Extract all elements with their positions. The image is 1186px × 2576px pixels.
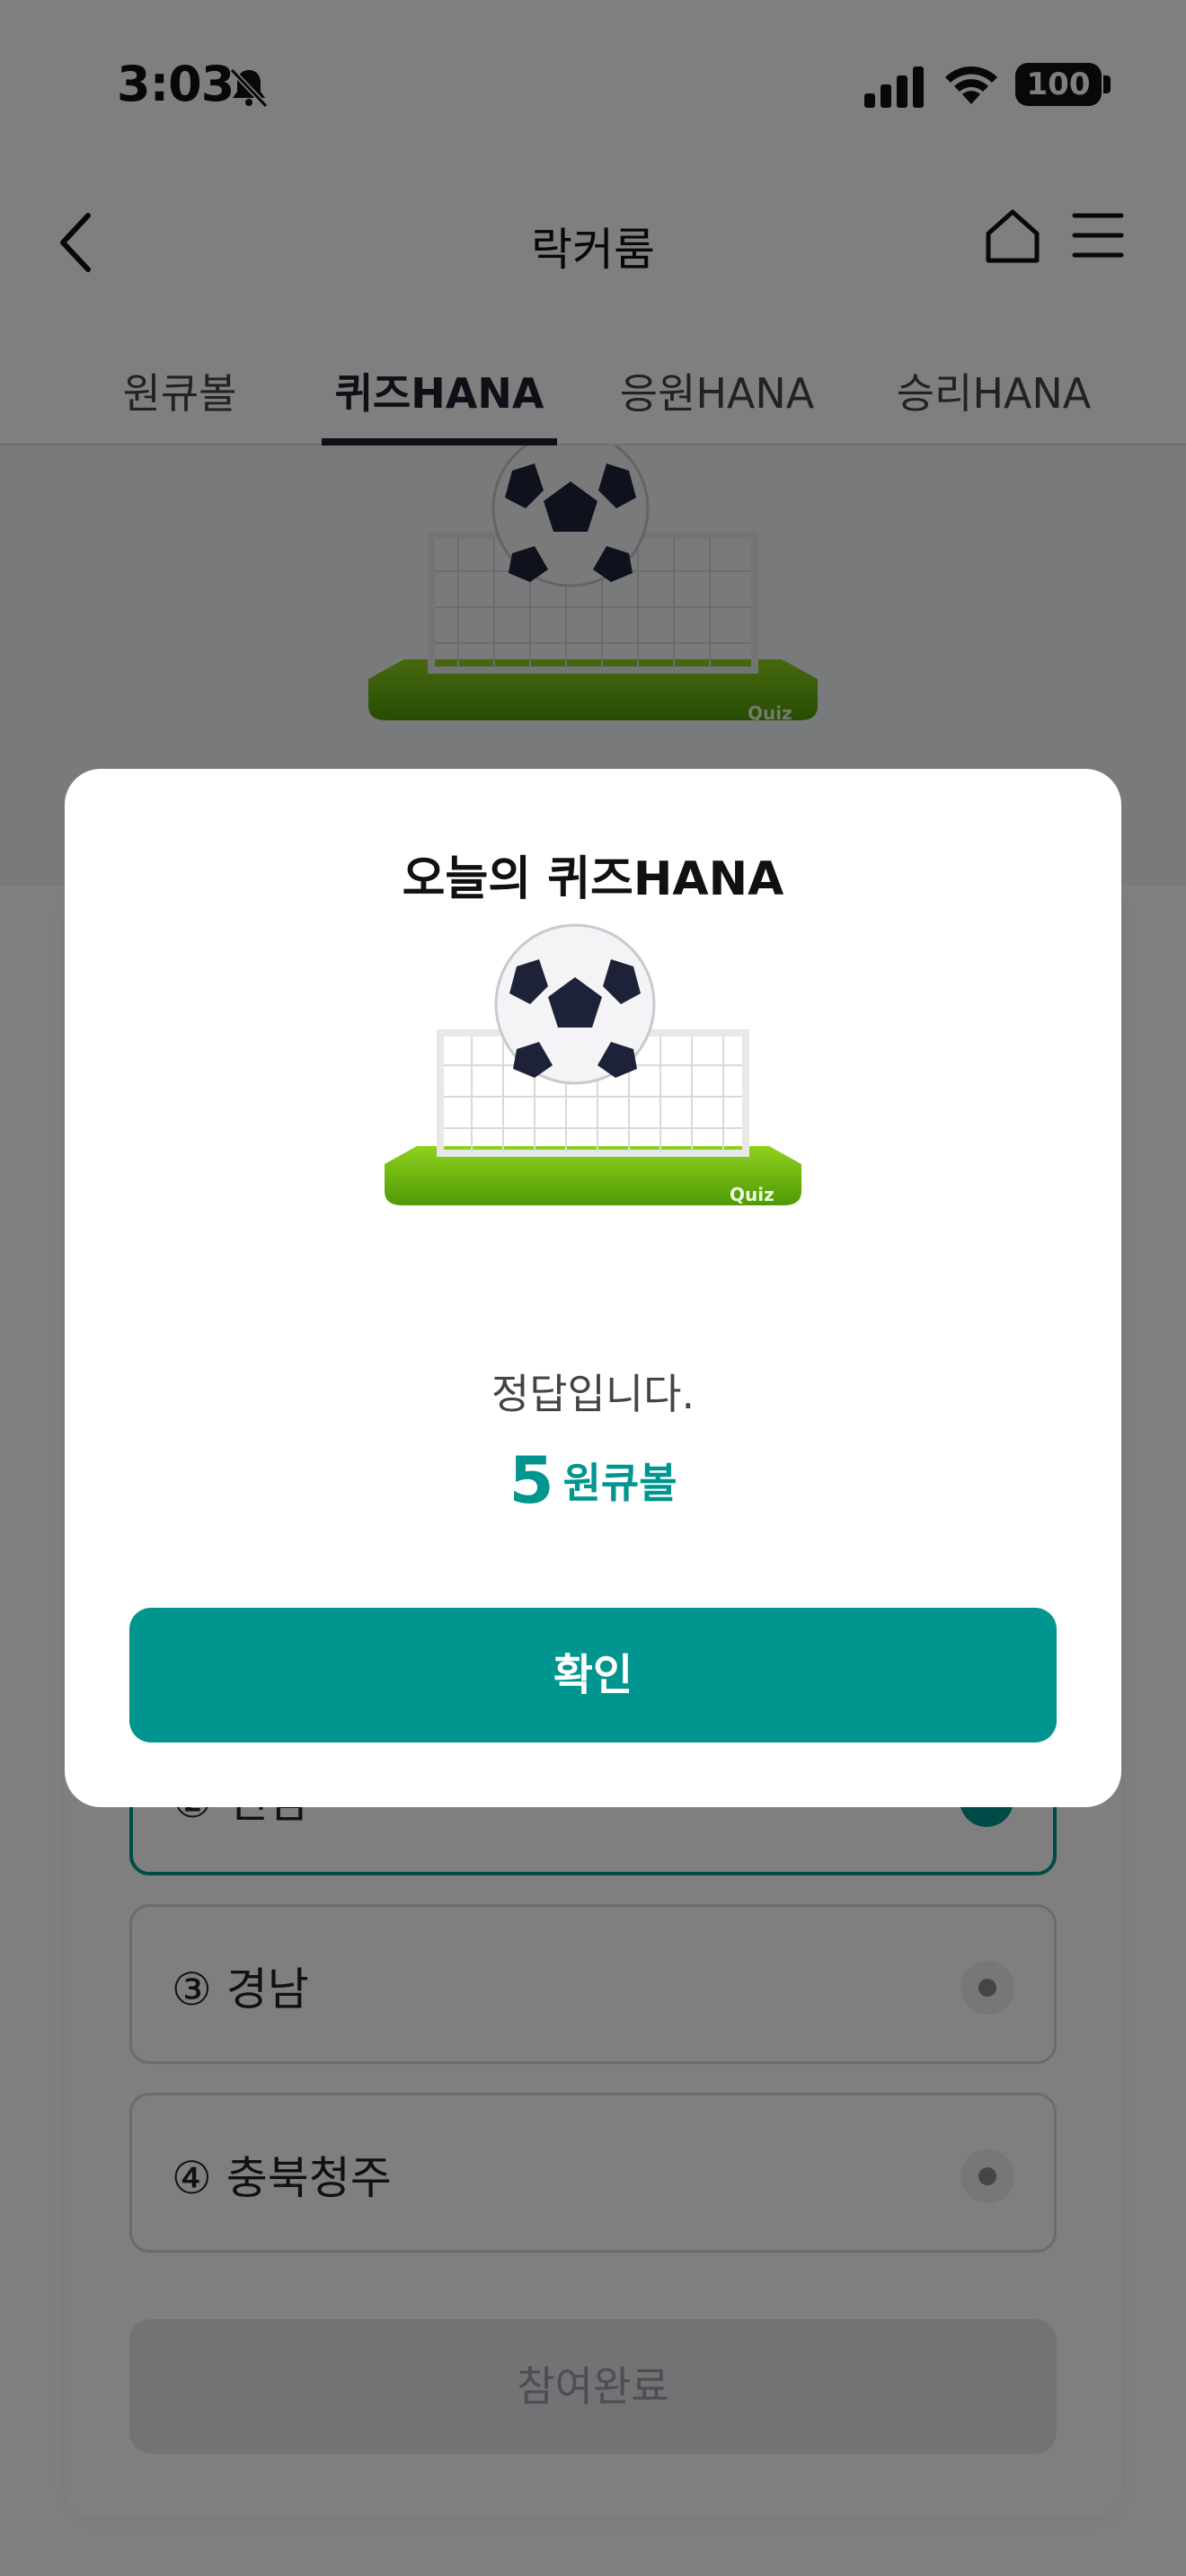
modal-quiz-badge: Quiz — [730, 1184, 774, 1205]
result-modal: 오늘의 퀴즈HANA Quiz 정답입니다. 5 원큐볼 확인 — [65, 769, 1121, 1807]
soccer-goal-illustration — [385, 923, 801, 1205]
reward-amount: 5 — [509, 1442, 554, 1518]
reward-unit: 원큐볼 — [562, 1459, 677, 1507]
confirm-button[interactable]: 확인 — [129, 1608, 1057, 1742]
modal-title: 오늘의 퀴즈HANA — [402, 852, 784, 906]
result-message: 정답입니다. — [491, 1370, 695, 1418]
reward-line: 5 원큐볼 — [65, 1442, 1121, 1518]
